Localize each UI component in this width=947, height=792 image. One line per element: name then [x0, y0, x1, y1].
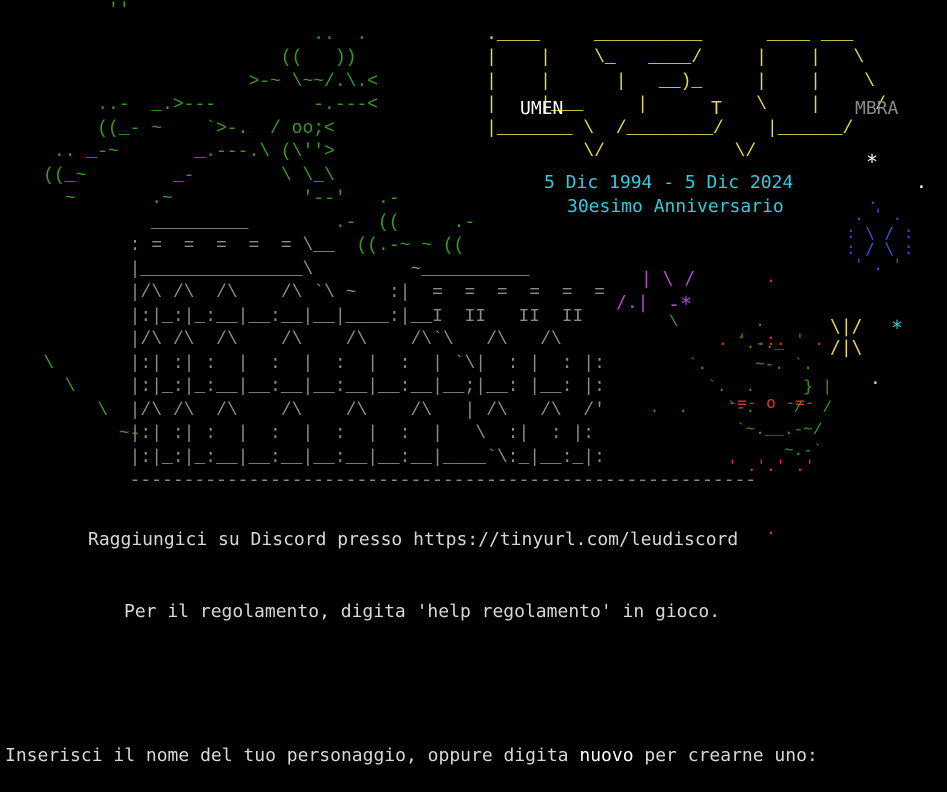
leu-logo-ascii: .____ __________ ____ ___ | | \_ ____/ |…	[0, 24, 886, 165]
star-icon: .	[916, 172, 927, 193]
spark-icon: \|/ /|\	[830, 316, 863, 358]
welcome-messages: Raggiungici su Discord presso https://ti…	[0, 480, 818, 792]
spark-icon: .	[870, 368, 881, 389]
discord-message: Raggiungici su Discord presso https://ti…	[88, 529, 739, 550]
prompt-text-before: Inserisci il nome del tuo personaggio, o…	[5, 745, 580, 766]
anniversary-dates: 5 Dic 1994 - 5 Dic 2024	[544, 172, 794, 193]
terminal-input[interactable]	[905, 556, 915, 578]
login-prompt: Inserisci il nome del tuo personaggio, o…	[0, 744, 818, 768]
ascii-line: | |___ | \ | /	[0, 95, 886, 115]
ascii-line: : = = = = = \__	[0, 236, 335, 256]
svg-text:. ' .: . ' .	[854, 205, 902, 224]
ascii-line: \/ \/	[0, 142, 757, 162]
prompt-text-after: per crearne uno:	[633, 745, 818, 766]
rules-message: Per il regolamento, digita 'help regolam…	[124, 601, 721, 622]
ascii-line: | | \_ ____/ | | \	[0, 48, 865, 68]
banner-accent: | \ /	[641, 268, 696, 289]
ascii-line: .____ __________ ____ ___	[0, 24, 854, 45]
banner-accent: /.|	[616, 292, 649, 313]
ascii-line: | | | __)_ | | \	[0, 71, 875, 92]
star-icon: *	[866, 150, 879, 174]
dragon-tail-ascii: \ . `.-._ `. ~-. `. `. . } | . . `-. / /…	[649, 313, 833, 460]
firework-blue-icon: . . ' . : \ / : : / \ : ' . '	[846, 190, 910, 274]
star-icon: *	[891, 316, 904, 340]
logo-word-umen: UMEN	[520, 98, 564, 119]
ascii-line	[0, 0, 756, 24]
logo-word-mbra: MBRA	[855, 98, 899, 119]
firework-line: .	[766, 267, 776, 286]
ascii-line: |_______ \ /________/ |______/	[0, 118, 854, 139]
prompt-keyword-nuovo: nuovo	[579, 745, 634, 766]
anniversary-label: 30esimo Anniversario	[567, 196, 784, 217]
svg-text:' . ': ' . '	[854, 255, 902, 274]
logo-word-t: T	[711, 98, 722, 119]
